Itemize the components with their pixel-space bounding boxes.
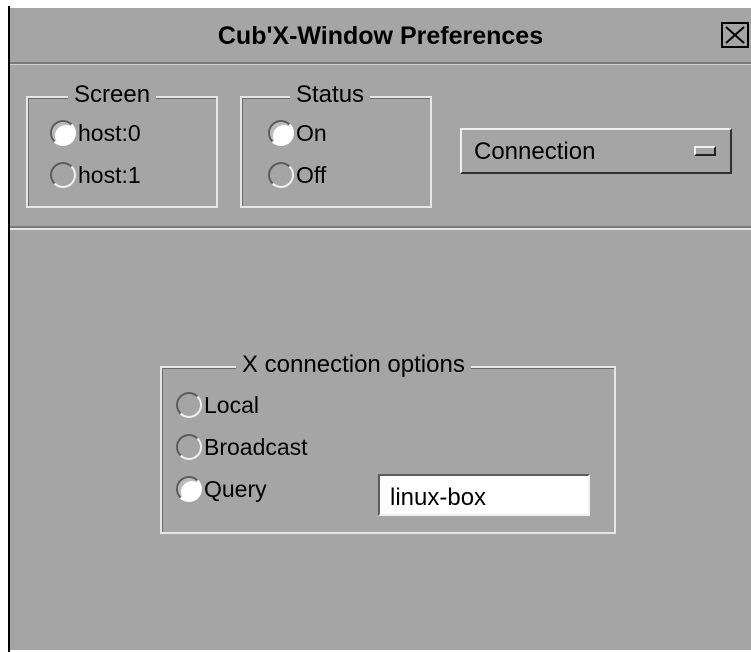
- radio-indicator: [268, 162, 294, 188]
- close-icon: [725, 26, 745, 44]
- close-button[interactable]: [721, 22, 749, 48]
- status-group-label: Status: [290, 82, 371, 108]
- radio-indicator: [268, 120, 294, 146]
- radio-indicator: [176, 434, 202, 460]
- screen-group: Screen host:0 host:1: [26, 82, 218, 208]
- radio-local[interactable]: Local: [176, 390, 259, 420]
- status-group: Status On Off: [240, 82, 432, 208]
- radio-query[interactable]: Query: [176, 474, 267, 504]
- title-bar[interactable]: Cub'X-Window Preferences: [10, 8, 751, 64]
- radio-label: Off: [296, 161, 327, 188]
- option-menu-indicator-icon: [694, 146, 716, 156]
- preferences-window: Cub'X-Window Preferences Screen host:0 h…: [8, 6, 751, 652]
- radio-label: host:1: [78, 161, 141, 188]
- radio-label: Broadcast: [204, 433, 308, 460]
- radio-status-on[interactable]: On: [268, 118, 327, 148]
- radio-host-0[interactable]: host:0: [50, 118, 141, 148]
- radio-label: Local: [204, 391, 259, 418]
- radio-indicator: [50, 162, 76, 188]
- screen-group-label: Screen: [68, 82, 157, 108]
- radio-status-off[interactable]: Off: [268, 160, 326, 190]
- radio-indicator: [176, 392, 202, 418]
- radio-indicator: [50, 120, 76, 146]
- radio-broadcast[interactable]: Broadcast: [176, 432, 308, 462]
- x-connection-options-label: X connection options: [236, 352, 471, 378]
- radio-host-1[interactable]: host:1: [50, 160, 141, 190]
- radio-label: Query: [204, 475, 267, 502]
- query-host-input[interactable]: linux-box: [378, 474, 590, 516]
- radio-label: host:0: [78, 119, 141, 146]
- section-divider: [10, 226, 751, 230]
- category-option-menu[interactable]: Connection: [460, 128, 732, 174]
- category-option-menu-value: Connection: [474, 138, 596, 165]
- radio-label: On: [296, 119, 327, 146]
- radio-indicator: [176, 476, 202, 502]
- window-title: Cub'X-Window Preferences: [217, 22, 544, 50]
